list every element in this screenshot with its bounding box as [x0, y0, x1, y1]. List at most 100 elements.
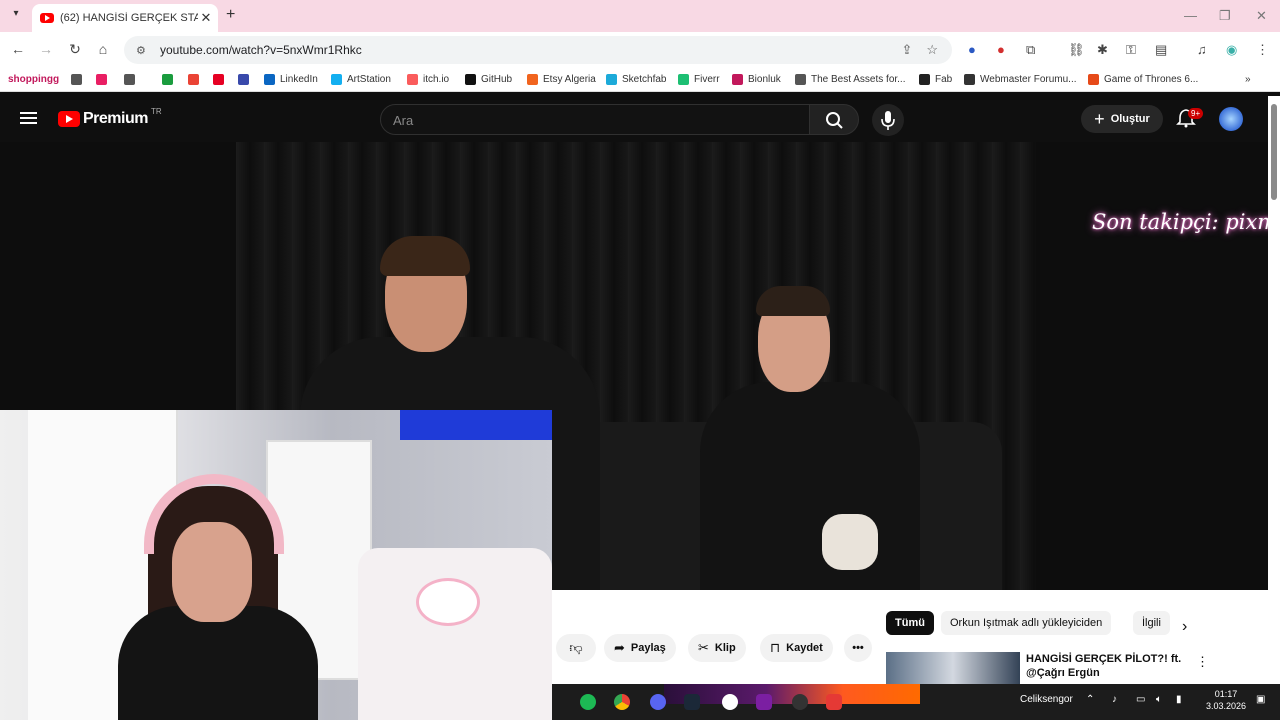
extension-icon[interactable]: ● [968, 42, 976, 57]
bookmark-favicon-icon [678, 74, 689, 85]
guide-menu-icon[interactable] [20, 112, 37, 124]
sidepanel-icon[interactable]: ▤ [1155, 42, 1167, 58]
install-app-icon[interactable]: ⇪ [901, 42, 912, 58]
search-button[interactable] [809, 104, 859, 135]
video-person-right-body [700, 382, 920, 590]
bookmark-item[interactable]: Etsy Algeria [527, 74, 596, 85]
bookmark-favicon-icon [188, 74, 199, 85]
bug-icon[interactable]: ✱ [1097, 42, 1108, 58]
browser-toolbar: ← → ↻ ⌂ ⚙ youtube.com/watch?v=5nxWmr1Rhk… [0, 32, 1280, 68]
bookmark-star-icon[interactable]: ☆ [926, 42, 938, 58]
browser-tab-active[interactable]: (62) HANGİSİ GERÇEK STAND-U ✕ [32, 4, 218, 32]
bookmarks-bar: shoppingg LinkedIn ArtStation itch.io GitHub… [0, 68, 1280, 92]
taskbar-clock[interactable]: 01:17 3.03.2026 [1206, 688, 1246, 712]
bookmark-item[interactable]: The Best Assets for... [795, 74, 906, 85]
more-horizontal-icon: ••• [852, 642, 864, 654]
bookmark-item[interactable]: itch.io [407, 74, 449, 85]
related-more-icon[interactable]: ⋮ [1196, 654, 1209, 670]
chip-from-uploader[interactable]: Orkun Işıtmak adlı yükleyiciden [941, 611, 1112, 635]
microphone-icon [881, 111, 895, 130]
forward-icon[interactable]: → [37, 41, 55, 57]
bookmark-label: Fiverr [694, 74, 720, 85]
notification-center-icon[interactable]: ▣ [1256, 694, 1265, 705]
account-avatar[interactable] [1219, 107, 1243, 131]
bookmark-item[interactable] [238, 74, 254, 85]
share-button[interactable]: ➦ Paylaş [604, 634, 676, 662]
related-video-title[interactable]: HANGİSİ GERÇEK PİLOT?! ft. @Çağrı Ergün [1026, 652, 1186, 680]
bookmark-item[interactable]: ArtStation [331, 74, 391, 85]
bookmark-item[interactable]: GitHub [465, 74, 512, 85]
link-icon[interactable]: ⛓ [1068, 42, 1085, 58]
bookmark-item[interactable] [96, 74, 112, 85]
spotify-icon[interactable] [580, 694, 596, 710]
bookmark-item[interactable]: Sketchfab [606, 74, 666, 85]
bookmark-item[interactable] [124, 74, 140, 85]
opera-extension-icon[interactable]: ● [997, 42, 1005, 57]
address-bar[interactable]: ⚙ youtube.com/watch?v=5nxWmr1Rhkc ⇪ ☆ [124, 36, 952, 64]
profile-icon[interactable]: ◉ [1226, 42, 1237, 58]
steam-icon[interactable] [684, 694, 700, 710]
obs-icon[interactable] [722, 694, 738, 710]
bookmark-item[interactable]: Game of Thrones 6... [1088, 74, 1198, 85]
stream-follower-overlay: Son takipçi: pixmens [1092, 210, 1268, 234]
bookmark-item[interactable]: shoppingg [8, 74, 59, 85]
bookmark-item[interactable] [162, 74, 178, 85]
chip-all[interactable]: Tümü [886, 611, 934, 635]
windows-taskbar: Celiksengor ⌃ ♪ ▭ 🔈︎ ▮ 01:17 3.03.2026 ▣ [552, 684, 1280, 720]
chip-related[interactable]: İlgili [1133, 611, 1170, 635]
bookmarks-overflow-icon[interactable]: » [1245, 74, 1251, 85]
search-box[interactable] [380, 104, 810, 136]
home-icon[interactable]: ⌂ [94, 41, 112, 57]
extensions-puzzle-icon[interactable]: ⧉ [1026, 42, 1035, 58]
onenote-icon[interactable] [756, 694, 772, 710]
bookmark-item[interactable] [71, 74, 87, 85]
url-text[interactable]: youtube.com/watch?v=5nxWmr1Rhkc [160, 43, 901, 57]
discord-icon[interactable] [650, 694, 666, 710]
voice-search-button[interactable] [872, 104, 904, 136]
youtube-logo[interactable]: Premium TR [58, 106, 162, 128]
bookmark-label: itch.io [423, 74, 450, 85]
minimize-icon[interactable]: — [1184, 8, 1197, 23]
bookmark-item[interactable]: Webmaster Forumu... [964, 74, 1077, 85]
tab-close-icon[interactable]: ✕ [198, 10, 214, 26]
create-button[interactable]: + Oluştur [1081, 105, 1163, 133]
tray-volume-icon[interactable]: 🔈︎ [1156, 694, 1162, 705]
bookmark-item[interactable]: LinkedIn [264, 74, 318, 85]
clip-button[interactable]: ✂ Klip [688, 634, 746, 662]
restore-icon[interactable]: ❐ [1219, 8, 1231, 24]
search-input[interactable] [381, 105, 809, 136]
page-scrollbar[interactable] [1268, 96, 1280, 684]
media-icon[interactable]: ♫ [1197, 42, 1207, 57]
tray-monitor-icon[interactable]: ▭ [1136, 694, 1145, 705]
site-info-icon[interactable]: ⚙ [136, 44, 152, 57]
bookmark-favicon-icon [1088, 74, 1099, 85]
key-icon[interactable]: ⚿ [1126, 42, 1136, 58]
bookmark-item[interactable]: Fiverr [678, 74, 720, 85]
window-close-icon[interactable]: ✕ [1256, 8, 1267, 24]
new-tab-button[interactable]: + [226, 6, 235, 24]
tab-search-icon[interactable]: ▾ [8, 8, 24, 24]
logo-word: Premium [83, 110, 148, 127]
more-actions-button[interactable]: ••• [844, 634, 872, 662]
menu-dots-icon[interactable]: ⋮ [1256, 42, 1269, 58]
save-button[interactable]: ⊓ Kaydet [760, 634, 833, 662]
tray-battery-icon[interactable]: ▮ [1176, 694, 1182, 705]
bookmark-item[interactable]: Fab [919, 74, 952, 85]
bookmark-item[interactable] [188, 74, 204, 85]
chevron-right-icon[interactable]: › [1182, 618, 1187, 636]
reload-icon[interactable]: ↻ [66, 41, 84, 58]
related-video-thumbnail[interactable] [886, 652, 1020, 684]
app-icon[interactable] [792, 694, 808, 710]
tray-chevron-icon[interactable]: ⌃ [1086, 694, 1094, 705]
bookmark-item[interactable]: Bionluk [732, 74, 781, 85]
chrome-icon[interactable] [614, 694, 630, 710]
tray-mic-icon[interactable]: ♪ [1112, 694, 1117, 705]
back-icon[interactable]: ← [9, 41, 27, 57]
scrollbar-thumb[interactable] [1271, 104, 1277, 200]
streaming-app-icon[interactable] [826, 694, 842, 710]
dislike-button[interactable]: 👎︎ [556, 634, 596, 662]
bookmark-item[interactable] [213, 74, 229, 85]
logo-region: TR [150, 106, 162, 116]
webcam-streamer-shirt [118, 606, 318, 720]
bookmark-label: Game of Thrones 6... [1104, 74, 1199, 85]
